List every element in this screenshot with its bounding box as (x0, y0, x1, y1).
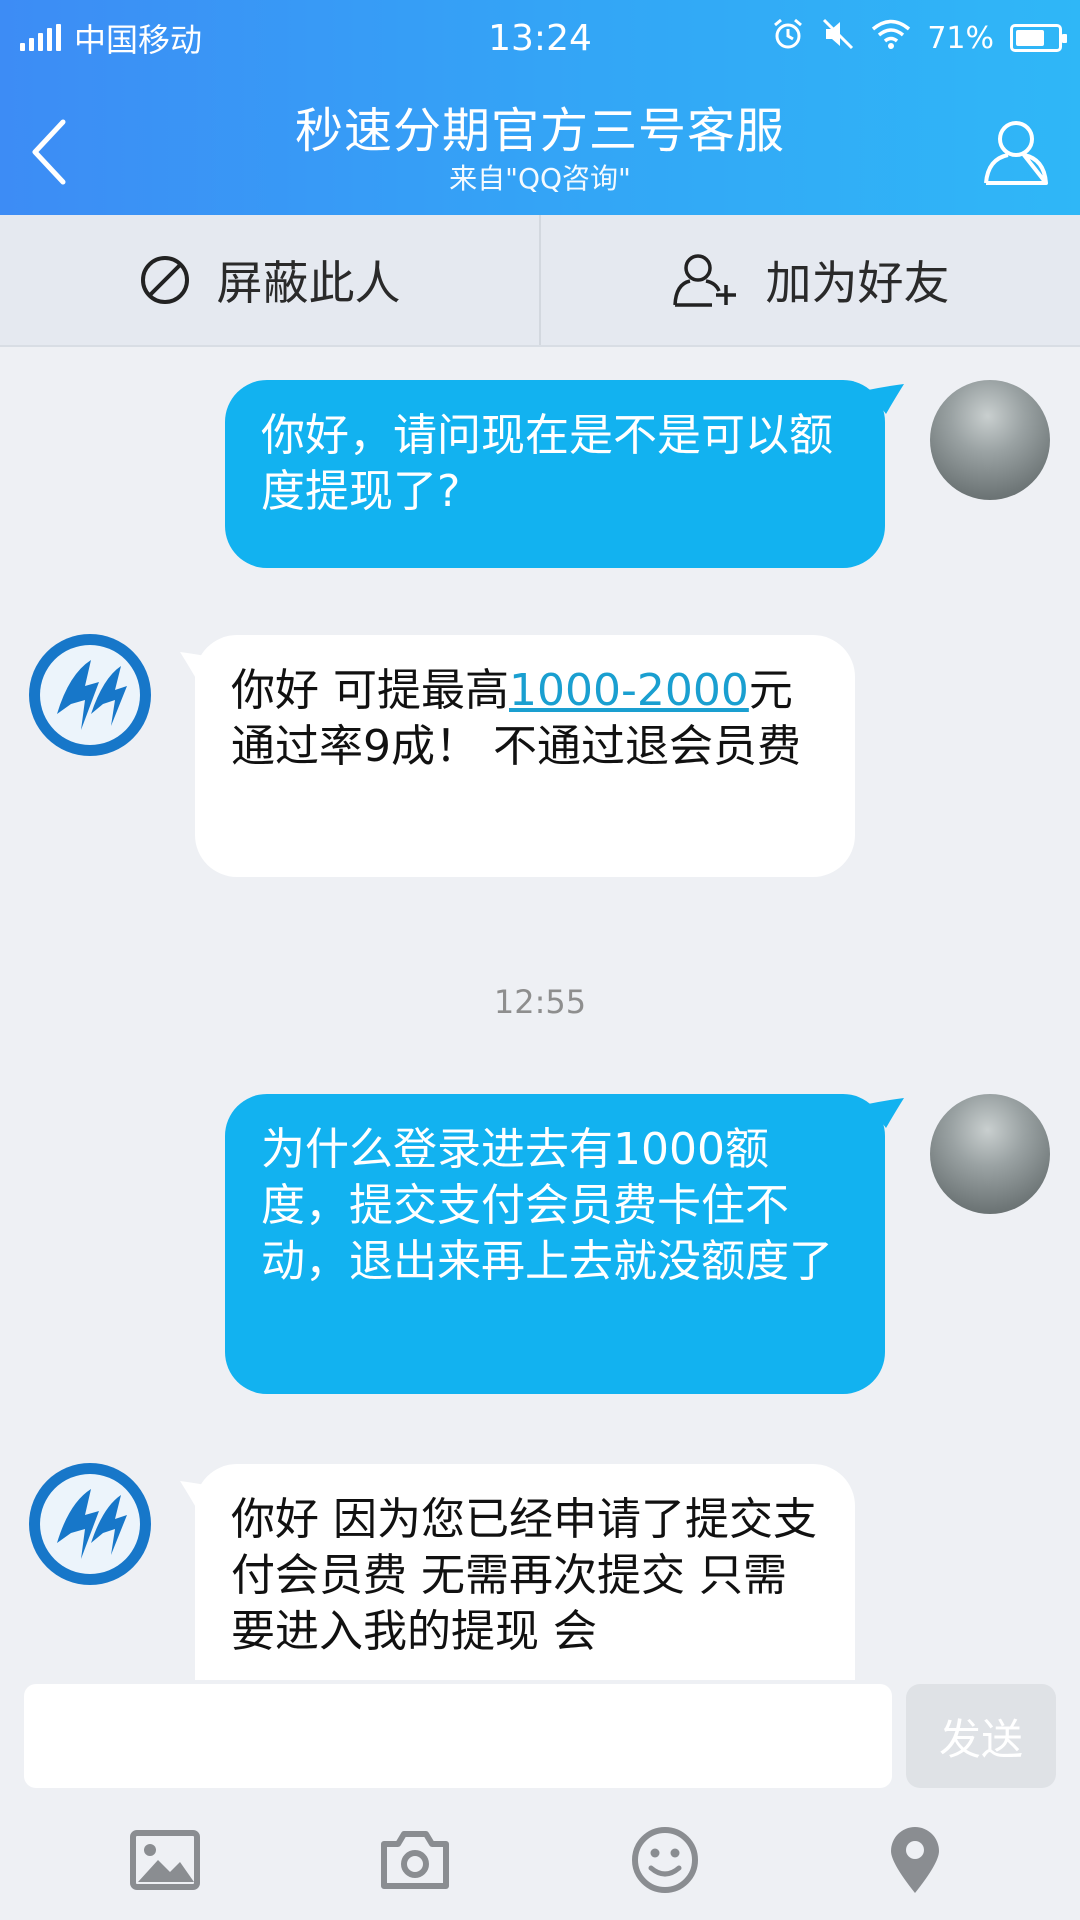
profile-button[interactable] (978, 112, 1054, 192)
message-text: 为什么登录进去有1000额度，提交支付会员费卡住不动，退出来再上去就没额度了 (261, 1124, 833, 1287)
message-bubble-incoming[interactable]: 你好 可提最高1000-2000元通过率9成！ 不通过退会员费 (195, 635, 855, 877)
camera-button[interactable] (365, 1810, 465, 1910)
chevron-left-icon (32, 119, 66, 185)
status-bar: 中国移动 13:24 71% (0, 0, 1080, 76)
add-friend-label: 加为好友 (765, 256, 950, 310)
service-avatar[interactable] (29, 1463, 151, 1585)
message-bubble-outgoing[interactable]: 你好，请问现在是不是可以额度提现了? (225, 380, 885, 568)
my-avatar[interactable] (930, 380, 1050, 500)
chat-area[interactable]: 你好，请问现在是不是可以额度提现了? 你好 可提最高1000-2000元通过率9… (0, 347, 1080, 1680)
location-icon (891, 1827, 939, 1893)
toolbar (0, 1810, 1080, 1910)
image-button[interactable] (115, 1810, 215, 1910)
message-text: 你好 可提最高1000-2000元通过率9成！ 不通过退会员费 (231, 665, 801, 772)
image-icon (130, 1830, 200, 1890)
title-bar: 秒速分期官方三号客服 来自"QQ咨询" (0, 90, 1080, 210)
send-button[interactable]: 发送 (906, 1684, 1056, 1788)
bolt-logo-icon (40, 645, 140, 745)
my-avatar[interactable] (930, 1094, 1050, 1214)
page-title: 秒速分期官方三号客服 (294, 103, 785, 159)
block-user-button[interactable]: 屏蔽此人 (0, 215, 539, 345)
add-person-icon (672, 254, 736, 307)
bubble-tail (868, 1098, 904, 1128)
header: 中国移动 13:24 71% 秒速分期官方三号客服 来自"QQ咨询" (0, 0, 1080, 215)
message-text: 你好，请问现在是不是可以额度提现了? (261, 410, 833, 517)
message-bubble-outgoing[interactable]: 为什么登录进去有1000额度，提交支付会员费卡住不动，退出来再上去就没额度了 (225, 1094, 885, 1394)
amount-link[interactable]: 1000-2000 (509, 665, 749, 716)
emoji-button[interactable] (615, 1810, 715, 1910)
add-friend-button[interactable]: 加为好友 (541, 215, 1080, 345)
bubble-tail (868, 384, 904, 414)
block-icon (140, 256, 189, 304)
camera-icon (381, 1831, 449, 1889)
message-text: 你好 因为您已经申请了提交支付会员费 无需再次提交 只需要进入我的提现 会 (231, 1494, 817, 1657)
action-bar: 屏蔽此人 加为好友 (0, 215, 1080, 347)
message-bubble-incoming[interactable]: 你好 因为您已经申请了提交支付会员费 无需再次提交 只需要进入我的提现 会 (195, 1464, 855, 1680)
message-input[interactable] (24, 1684, 892, 1788)
timestamp: 12:55 (493, 983, 587, 1021)
block-user-label: 屏蔽此人 (216, 256, 401, 310)
bolt-logo-icon (40, 1474, 140, 1574)
service-avatar[interactable] (29, 634, 151, 756)
battery-icon (1010, 24, 1067, 52)
status-time: 13:24 (488, 18, 592, 59)
input-bar: 发送 (0, 1680, 1080, 1920)
emoji-icon (632, 1827, 698, 1893)
location-button[interactable] (865, 1810, 965, 1910)
page-subtitle: 来自"QQ咨询" (449, 162, 631, 195)
person-icon (984, 121, 1048, 185)
back-button[interactable] (14, 112, 84, 192)
